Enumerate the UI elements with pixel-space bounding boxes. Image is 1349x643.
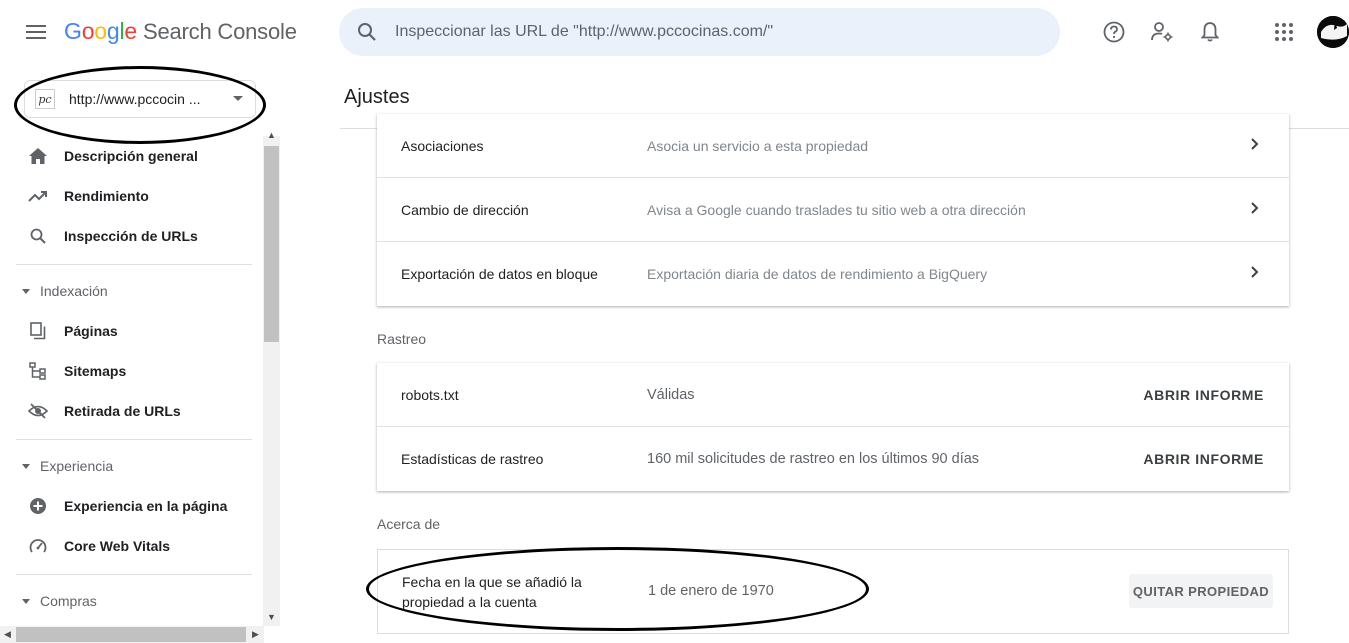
settings-row-crawl-stats[interactable]: Estadísticas de rastreo 160 mil solicitu… <box>377 427 1289 491</box>
add-circle-icon <box>16 498 60 514</box>
property-favicon: pc <box>35 89 55 109</box>
notifications-bell-icon[interactable] <box>1194 16 1226 48</box>
property-selector[interactable]: pc http://www.pccocin ... <box>24 80 256 118</box>
scrollbar-thumb[interactable] <box>264 146 279 342</box>
chevron-right-icon <box>1251 202 1259 214</box>
nav-retirada-urls[interactable]: Retirada de URLs <box>16 391 256 431</box>
collapse-arrow-icon <box>22 598 30 604</box>
sidebar-horizontal-scrollbar[interactable] <box>0 626 264 643</box>
top-app-bar: Google Search Console <box>0 0 1349 64</box>
settings-row-cambio-direccion[interactable]: Cambio de dirección Avisa a Google cuand… <box>377 178 1289 242</box>
property-url: http://www.pccocin ... <box>69 91 201 107</box>
date-added-label: Fecha en la que se añadió la propiedad a… <box>402 574 582 610</box>
sidebar: pc http://www.pccocin ... Descripción ge… <box>0 64 280 643</box>
hamburger-menu-icon[interactable] <box>20 16 52 48</box>
scrollbar-thumb[interactable] <box>16 627 246 642</box>
nav-core-web-vitals[interactable]: Core Web Vitals <box>16 526 256 566</box>
date-added-value: 1 de enero de 1970 <box>648 583 774 599</box>
sitemap-icon <box>16 362 60 380</box>
remove-property-button[interactable]: QUITAR PROPIEDAD <box>1129 574 1273 608</box>
nav-descripcion-general[interactable]: Descripción general <box>16 136 256 176</box>
pages-icon <box>16 322 60 340</box>
settings-row-robots-txt[interactable]: robots.txt Válidas ABRIR INFORME <box>377 363 1289 427</box>
search-icon <box>16 228 60 244</box>
scroll-up-arrow-icon[interactable]: ▲ <box>267 130 276 140</box>
product-name: Search Console <box>143 19 297 44</box>
sidebar-divider <box>16 574 252 575</box>
nav-sitemaps[interactable]: Sitemaps <box>16 351 256 391</box>
settings-row-asociaciones[interactable]: Asociaciones Asocia un servicio a esta p… <box>377 114 1289 178</box>
search-icon[interactable] <box>339 22 395 42</box>
search-console-logo[interactable]: Google Search Console <box>64 18 297 45</box>
section-compras[interactable]: Compras <box>16 586 256 616</box>
nav-inspeccion-urls[interactable]: Inspección de URLs <box>16 216 256 256</box>
dropdown-arrow-icon <box>233 96 243 101</box>
section-indexacion[interactable]: Indexación <box>16 276 256 306</box>
sidebar-divider <box>16 439 252 440</box>
trending-up-icon <box>16 190 60 202</box>
settings-row-exportacion-datos[interactable]: Exportación de datos en bloque Exportaci… <box>377 242 1289 306</box>
section-label-acerca-de: Acerca de <box>377 516 441 532</box>
section-label-rastreo: Rastreo <box>377 331 427 347</box>
sidebar-divider <box>16 264 252 265</box>
visibility-off-icon <box>16 403 60 419</box>
nav-rendimiento[interactable]: Rendimiento <box>16 176 256 216</box>
scroll-left-arrow-icon[interactable]: ◀ <box>4 629 11 640</box>
nav-experiencia-pagina[interactable]: Experiencia en la página <box>16 486 256 526</box>
crawl-settings-card: robots.txt Válidas ABRIR INFORME Estadís… <box>377 363 1289 491</box>
nav-paginas[interactable]: Páginas <box>16 311 256 351</box>
chevron-right-icon <box>1251 266 1259 278</box>
collapse-arrow-icon <box>22 463 30 469</box>
sidebar-vertical-scrollbar[interactable] <box>263 136 280 626</box>
scroll-right-arrow-icon[interactable]: ▶ <box>252 629 259 640</box>
help-icon[interactable] <box>1098 16 1130 48</box>
scroll-down-arrow-icon[interactable]: ▼ <box>267 612 276 622</box>
about-card: Fecha en la que se añadió la propiedad a… <box>377 549 1289 634</box>
search-input[interactable] <box>395 23 1035 41</box>
general-settings-card: Asociaciones Asocia un servicio a esta p… <box>377 114 1289 306</box>
chevron-right-icon <box>1251 138 1259 150</box>
home-icon <box>16 148 60 164</box>
speed-gauge-icon <box>16 538 60 554</box>
apps-grid-icon[interactable] <box>1268 16 1300 48</box>
page-title: Ajustes <box>344 86 410 108</box>
url-inspection-search[interactable] <box>339 8 1060 56</box>
account-avatar[interactable] <box>1317 16 1349 48</box>
collapse-arrow-icon <box>22 288 30 294</box>
open-report-button[interactable]: ABRIR INFORME <box>1143 451 1264 467</box>
manage-accounts-icon[interactable] <box>1146 16 1178 48</box>
section-experiencia[interactable]: Experiencia <box>16 451 256 481</box>
open-report-button[interactable]: ABRIR INFORME <box>1143 387 1264 403</box>
